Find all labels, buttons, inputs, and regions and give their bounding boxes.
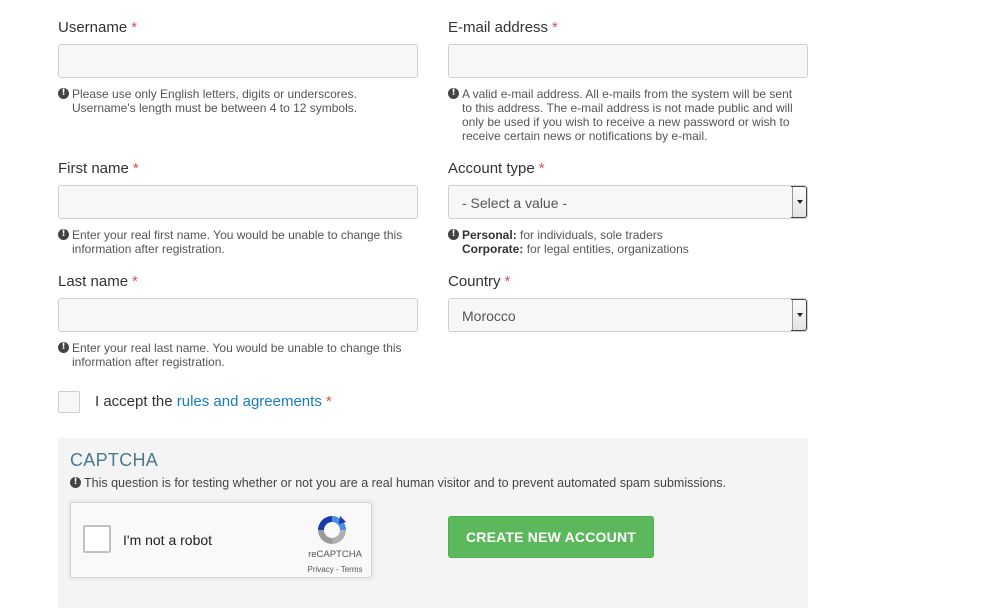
account-type-select[interactable]: - Select a value -	[448, 185, 808, 219]
info-icon: !	[70, 477, 81, 488]
terms-checkbox[interactable]	[58, 391, 80, 413]
info-icon: !	[448, 229, 459, 240]
create-account-button[interactable]: CREATE NEW ACCOUNT	[448, 516, 654, 558]
recaptcha-checkbox[interactable]	[83, 525, 111, 553]
recaptcha-logo-icon	[318, 516, 346, 544]
last-name-input[interactable]	[58, 298, 418, 332]
recaptcha-brand: reCAPTCHA	[308, 549, 362, 560]
email-label: E-mail address *	[448, 19, 558, 36]
account-type-label: Account type *	[448, 160, 545, 177]
username-input[interactable]	[58, 44, 418, 78]
dropdown-arrow-icon[interactable]	[792, 186, 807, 218]
info-icon: !	[448, 88, 459, 99]
terms-link[interactable]: Terms	[341, 565, 363, 574]
account-type-help: ! Personal: for individuals, sole trader…	[448, 228, 818, 256]
last-name-label: Last name *	[58, 273, 138, 290]
username-label: Username *	[58, 19, 138, 36]
required-marker: *	[132, 160, 139, 177]
required-marker: *	[504, 273, 511, 290]
email-input[interactable]	[448, 44, 808, 78]
captcha-title: CAPTCHA	[70, 450, 159, 470]
first-name-label: First name *	[58, 160, 139, 177]
required-marker: *	[131, 19, 138, 36]
account-type-value: - Select a value -	[462, 195, 568, 211]
recaptcha-label: I'm not a robot	[123, 532, 213, 548]
recaptcha-widget: I'm not a robot reCAPTCHA Privacy - Term…	[70, 502, 372, 578]
dropdown-arrow-icon[interactable]	[792, 299, 807, 331]
recaptcha-links: Privacy - Terms	[307, 565, 363, 574]
country-select[interactable]: Morocco	[448, 298, 808, 332]
privacy-link[interactable]: Privacy	[308, 565, 334, 574]
info-icon: !	[58, 229, 69, 240]
captcha-description: ! This question is for testing whether o…	[70, 476, 800, 490]
country-label: Country *	[448, 273, 511, 290]
terms-label: I accept the rules and agreements *	[95, 393, 332, 410]
info-icon: !	[58, 88, 69, 99]
required-marker: *	[325, 393, 332, 410]
username-help: ! Please use only English letters, digit…	[58, 87, 428, 115]
info-icon: !	[58, 342, 69, 353]
last-name-help: ! Enter your real last name. You would b…	[58, 341, 438, 369]
required-marker: *	[132, 273, 138, 290]
country-value: Morocco	[462, 308, 516, 324]
first-name-help: ! Enter your real first name. You would …	[58, 228, 438, 256]
first-name-input[interactable]	[58, 185, 418, 219]
rules-link[interactable]: rules and agreements	[177, 393, 322, 410]
required-marker: *	[538, 160, 545, 177]
email-help: ! A valid e-mail address. All e-mails fr…	[448, 87, 820, 143]
required-marker: *	[552, 19, 558, 36]
